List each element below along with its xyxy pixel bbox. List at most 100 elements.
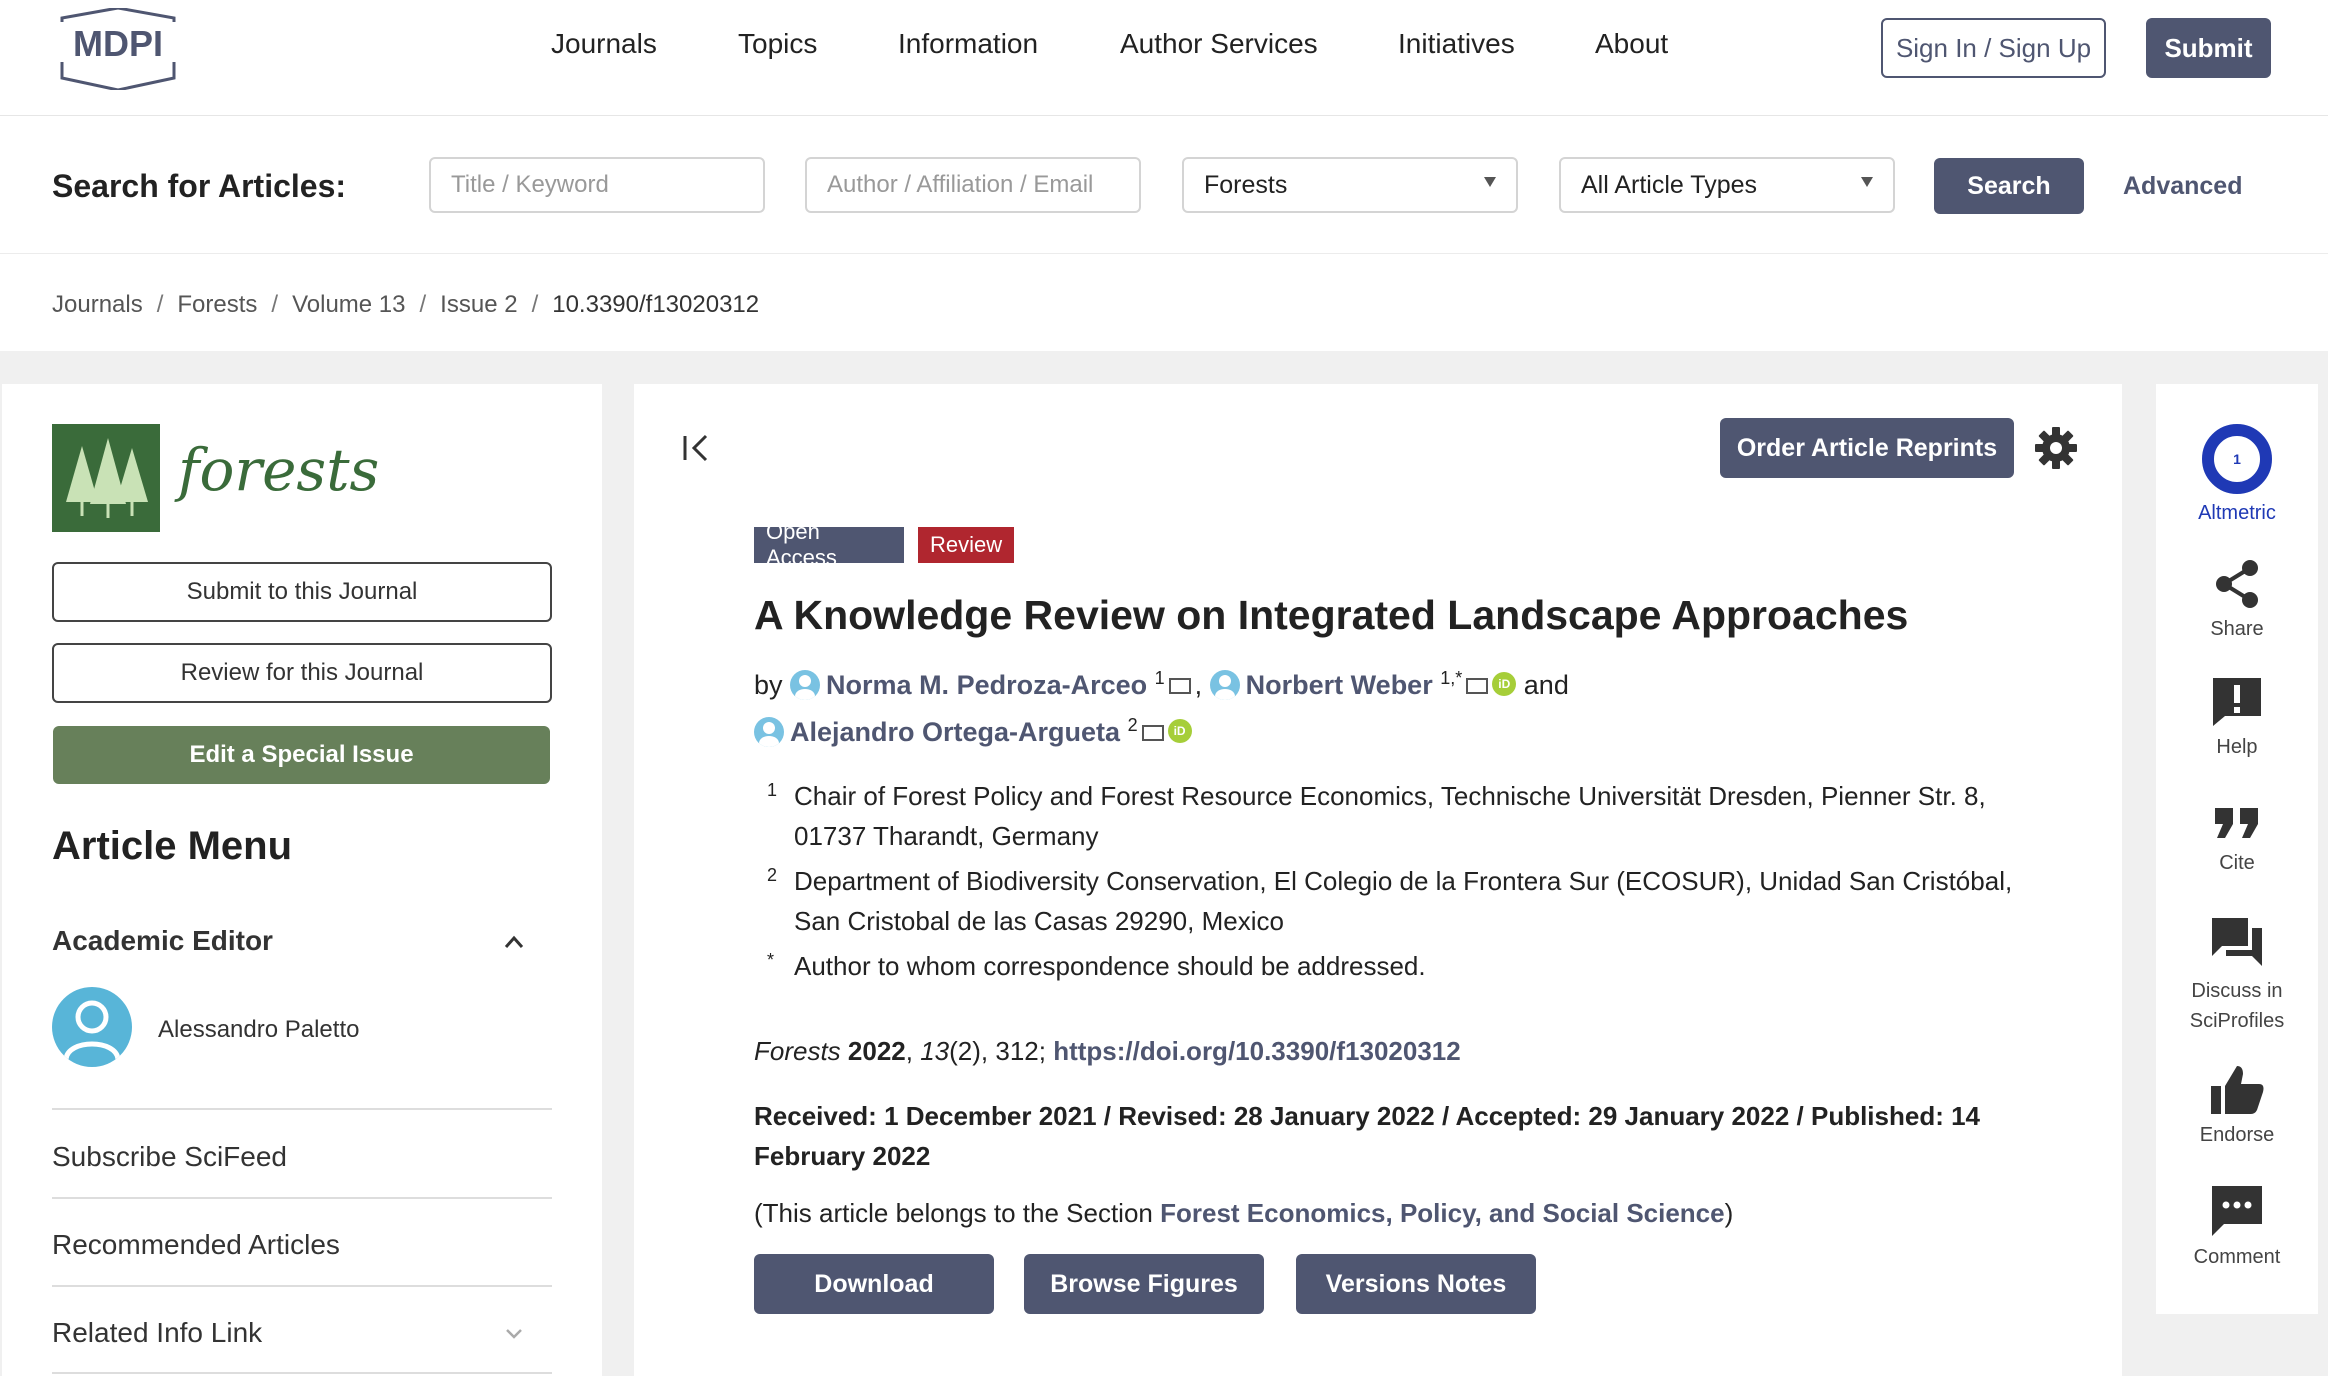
affiliation-number: 2 (767, 865, 778, 885)
breadcrumb-separator: / (419, 291, 427, 318)
doi-link[interactable]: https://doi.org/10.3390/f13020312 (1053, 1036, 1461, 1066)
submit-to-journal-button[interactable]: Submit to this Journal (52, 562, 552, 622)
menu-divider (52, 1108, 552, 1110)
mail-icon[interactable] (1141, 725, 1164, 741)
affiliation-text: Department of Biodiversity Conservation,… (794, 866, 2013, 936)
nav-journals[interactable]: Journals (551, 28, 657, 60)
correspondence-note: * Author to whom correspondence should b… (754, 946, 2034, 986)
nav-initiatives[interactable]: Initiatives (1398, 28, 1515, 60)
breadcrumb-issue[interactable]: Issue 2 (440, 291, 517, 318)
breadcrumb-forests[interactable]: Forests (177, 291, 257, 318)
discuss-action[interactable]: Discuss in SciProfiles (2156, 916, 2318, 1036)
orcid-icon[interactable]: iD (1167, 719, 1192, 743)
chevron-down-icon[interactable] (503, 1326, 525, 1342)
comment-icon (2212, 1186, 2262, 1236)
author-affil-sup: 2 (1127, 715, 1138, 735)
profile-icon[interactable] (1209, 670, 1240, 700)
help-action[interactable]: Help (2156, 676, 2318, 759)
breadcrumb-journals[interactable]: Journals (52, 291, 143, 318)
endorse-action[interactable]: Endorse (2156, 1064, 2318, 1147)
nav-about[interactable]: About (1595, 28, 1668, 60)
breadcrumb-separator: / (156, 291, 164, 318)
discuss-label: Discuss in SciProfiles (2189, 980, 2285, 1032)
forests-journal-logo[interactable] (52, 424, 160, 532)
orcid-icon[interactable]: iD (1492, 672, 1517, 696)
comment-action[interactable]: Comment (2156, 1184, 2318, 1269)
submit-button[interactable]: Submit (2146, 18, 2271, 78)
breadcrumb-separator: / (271, 291, 279, 318)
citation-line: Forests 2022, 13(2), 312; https://doi.or… (754, 1036, 1461, 1066)
gear-icon[interactable] (2034, 426, 2078, 470)
affiliation-text: Author to whom correspondence should be … (794, 951, 1426, 981)
download-button[interactable]: Download (754, 1254, 994, 1314)
endorse-label: Endorse (2199, 1124, 2275, 1146)
affiliation-2: 2 Department of Biodiversity Conservatio… (754, 861, 2034, 941)
author-name[interactable]: Norma M. Pedroza-Arceo (826, 670, 1147, 700)
review-for-journal-button[interactable]: Review for this Journal (52, 643, 552, 703)
versions-notes-button[interactable]: Versions Notes (1296, 1254, 1536, 1314)
menu-item-recommended-articles[interactable]: Recommended Articles (52, 1229, 340, 1261)
share-action[interactable]: Share (2156, 558, 2318, 641)
breadcrumb: Journals / Forests / Volume 13 / Issue 2 / 10.33… (52, 291, 759, 319)
nav-information[interactable]: Information (898, 28, 1038, 60)
academic-editor-title[interactable]: Academic Editor (52, 925, 273, 957)
advanced-search-link[interactable]: Advanced (2123, 172, 2242, 201)
journal-select-value: Forests (1204, 170, 1288, 199)
affiliation-number: 1 (767, 780, 778, 800)
affiliation-1: 1 Chair of Forest Policy and Forest Reso… (754, 776, 2034, 856)
collapse-sidebar-icon[interactable] (680, 432, 716, 464)
open-access-badge: Open Access (754, 519, 904, 570)
breadcrumb-doi: 10.3390/f13020312 (552, 291, 760, 318)
editor-avatar[interactable] (52, 987, 132, 1067)
search-label: Search for Articles: (52, 168, 347, 204)
author-name[interactable]: Norbert Weber (1246, 670, 1433, 700)
menu-divider (52, 1197, 552, 1199)
author-affil-sup: 1 (1154, 668, 1165, 688)
quote-icon (2215, 808, 2258, 838)
order-reprints-button[interactable]: Order Article Reprints (1720, 418, 2014, 478)
profile-icon[interactable] (790, 670, 821, 700)
thumbs-up-icon (2211, 1066, 2264, 1114)
author-input[interactable]: Author / Affiliation / Email (805, 157, 1141, 213)
menu-item-related-info-link[interactable]: Related Info Link (52, 1317, 262, 1349)
mail-icon[interactable] (1168, 678, 1191, 694)
menu-divider (52, 1285, 552, 1287)
nav-topics[interactable]: Topics (738, 28, 817, 60)
profile-icon[interactable] (754, 717, 784, 747)
breadcrumb-volume[interactable]: Volume 13 (292, 291, 405, 318)
cite-action[interactable]: Cite (2156, 800, 2318, 875)
cite-label: Cite (2219, 852, 2255, 874)
citation-year: 2022 (847, 1036, 906, 1066)
title-keyword-input[interactable]: Title / Keyword (429, 157, 765, 213)
sign-in-button[interactable]: Sign In / Sign Up (1881, 18, 2106, 78)
journal-name[interactable]: forests (178, 436, 379, 504)
affiliation-number: * (767, 950, 775, 970)
nav-author-services[interactable]: Author Services (1120, 28, 1318, 60)
altmetric-score: 1 (2202, 424, 2272, 494)
author-line: by Norma M. Pedroza-Arceo 1, Norbert Web… (754, 668, 1569, 700)
mdpi-logo[interactable]: MDPI (52, 6, 184, 92)
browse-figures-button[interactable]: Browse Figures (1024, 1254, 1264, 1314)
citation-issue-pages: (2), 312; (949, 1036, 1046, 1066)
affiliation-text: Chair of Forest Policy and Forest Resour… (794, 781, 1986, 851)
author-name[interactable]: Alejandro Ortega-Argueta (790, 717, 1120, 747)
article-type-select[interactable]: All Article Types (1559, 157, 1895, 213)
journal-select[interactable]: Forests (1182, 157, 1518, 213)
section-link[interactable]: Forest Economics, Policy, and Social Sci… (1160, 1198, 1725, 1228)
chevron-up-icon[interactable] (503, 933, 525, 951)
menu-item-subscribe-scifeed[interactable]: Subscribe SciFeed (52, 1141, 287, 1173)
svg-text:MDPI: MDPI (73, 23, 163, 64)
edit-special-issue-button[interactable]: Edit a Special Issue (53, 726, 550, 784)
section-prefix: (This article belongs to the Section (754, 1198, 1153, 1228)
search-button[interactable]: Search (1934, 158, 2084, 214)
share-label: Share (2210, 618, 2264, 640)
author-list: by Norma M. Pedroza-Arceo 1, Norbert Web… (754, 658, 1569, 752)
author-line: Alejandro Ortega-Argueta 2 iD (754, 705, 1569, 752)
help-label: Help (2216, 736, 2258, 758)
editor-name[interactable]: Alessandro Paletto (158, 1016, 359, 1044)
caret-down-icon (1484, 177, 1496, 187)
share-icon (2216, 560, 2258, 608)
altmetric-widget[interactable]: 1 Altmetric (2156, 424, 2318, 525)
section-note: (This article belongs to the Section For… (754, 1198, 1733, 1229)
mail-icon[interactable] (1466, 678, 1489, 694)
